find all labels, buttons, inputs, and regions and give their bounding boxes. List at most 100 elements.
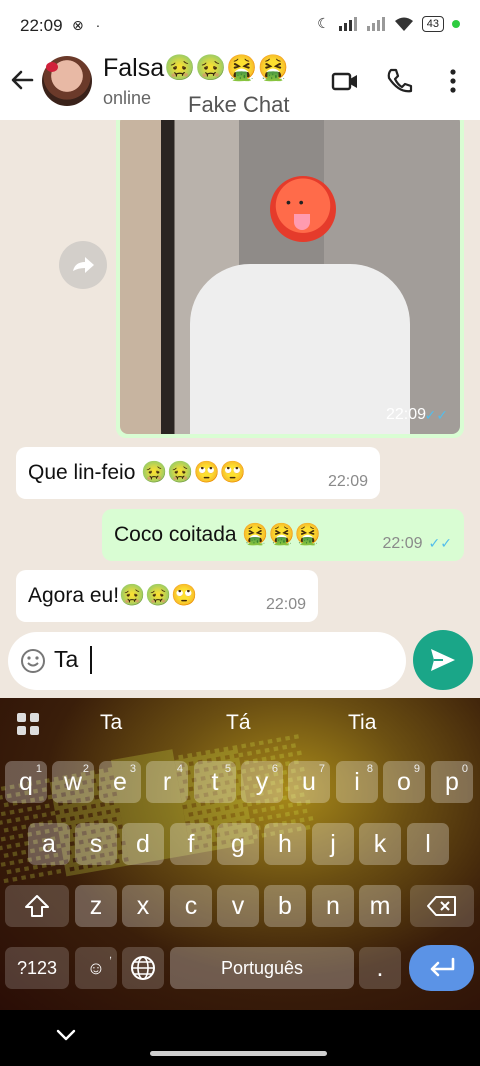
key-hint: 9 bbox=[413, 763, 420, 775]
message-bubble[interactable]: Agora eu!🤢🤢🙄 22:09 bbox=[16, 570, 318, 622]
face-sticker-icon bbox=[270, 176, 336, 242]
key-t[interactable]: t5 bbox=[194, 761, 236, 803]
avatar[interactable] bbox=[42, 56, 92, 106]
key-r[interactable]: r4 bbox=[146, 761, 188, 803]
chat-header: Falsa🤢🤢🤮🤮 online Fake Chat bbox=[0, 54, 480, 120]
key-f[interactable]: f bbox=[170, 823, 212, 865]
contact-status: online bbox=[103, 88, 152, 108]
globe-icon bbox=[131, 956, 155, 980]
message-text: Que lin-feio 🤢🤢🙄🙄 bbox=[28, 461, 246, 484]
key-i[interactable]: i8 bbox=[336, 761, 378, 803]
apps-grid-icon[interactable] bbox=[16, 712, 40, 736]
message-meta: 22:09 ✓✓ bbox=[382, 535, 452, 553]
more-options-icon[interactable] bbox=[440, 66, 470, 96]
key-w[interactable]: w2 bbox=[52, 761, 94, 803]
keyboard-hide-icon[interactable] bbox=[56, 1028, 76, 1042]
home-gesture-pill[interactable] bbox=[150, 1051, 327, 1056]
key-label: p bbox=[445, 767, 459, 796]
enter-icon bbox=[430, 957, 454, 977]
read-ticks-icon: ✓✓ bbox=[424, 407, 448, 423]
symbols-key[interactable]: ?123 bbox=[5, 947, 69, 989]
key-o[interactable]: o9 bbox=[383, 761, 425, 803]
key-label: y bbox=[255, 767, 269, 796]
key-z[interactable]: z bbox=[75, 885, 117, 927]
image-message[interactable]: 22:09 ✓✓ bbox=[116, 120, 464, 438]
key-b[interactable]: b bbox=[264, 885, 306, 927]
keyboard: ▒▓█▓▒ Ta Tá Tia q1 w2 e3 r4 t5 y6 u7 i8 … bbox=[0, 698, 480, 1010]
signal-2-icon bbox=[366, 16, 385, 31]
key-hint: 4 bbox=[176, 763, 183, 775]
suggestion-item[interactable]: Ta bbox=[100, 711, 122, 735]
key-h[interactable]: h bbox=[264, 823, 306, 865]
contact-name[interactable]: Falsa🤢🤢🤮🤮 bbox=[103, 54, 289, 83]
comma-hint: , bbox=[108, 949, 112, 961]
suggestion-item[interactable]: Tá bbox=[226, 711, 251, 735]
key-l[interactable]: l bbox=[407, 823, 449, 865]
key-label: w bbox=[63, 767, 83, 796]
key-label: r bbox=[162, 767, 172, 796]
chat-area[interactable]: 22:09 ✓✓ Que lin-feio 🤢🤢🙄🙄 22:09 Coco co… bbox=[0, 120, 480, 698]
back-arrow-icon[interactable] bbox=[8, 66, 36, 94]
suggestion-item[interactable]: Tia bbox=[348, 711, 376, 735]
emoji-key[interactable]: ☺, bbox=[75, 947, 117, 989]
suggestion-bar: Ta Tá Tia bbox=[0, 698, 480, 748]
message-bubble[interactable]: Que lin-feio 🤢🤢🙄🙄 22:09 bbox=[16, 447, 380, 499]
message-text: Agora eu!🤢🤢🙄 bbox=[28, 584, 198, 607]
message-input-box[interactable]: Ta bbox=[8, 632, 406, 690]
send-icon bbox=[431, 649, 455, 671]
key-label: u bbox=[302, 767, 316, 796]
status-bar: 22:09 ⊗ · ☾ 43 bbox=[0, 0, 480, 54]
emoji-icon[interactable] bbox=[20, 648, 46, 674]
send-button[interactable] bbox=[413, 630, 473, 690]
key-p[interactable]: p0 bbox=[431, 761, 473, 803]
enter-key[interactable] bbox=[409, 945, 474, 991]
key-label: i bbox=[354, 767, 360, 796]
key-n[interactable]: n bbox=[312, 885, 354, 927]
voice-call-icon[interactable] bbox=[384, 66, 414, 96]
key-s[interactable]: s bbox=[75, 823, 117, 865]
key-m[interactable]: m bbox=[359, 885, 401, 927]
key-c[interactable]: c bbox=[170, 885, 212, 927]
read-ticks-icon: ✓✓ bbox=[428, 535, 452, 551]
key-e[interactable]: e3 bbox=[99, 761, 141, 803]
period-key[interactable]: . bbox=[359, 947, 401, 989]
key-hint: 1 bbox=[35, 763, 42, 775]
key-k[interactable]: k bbox=[359, 823, 401, 865]
key-v[interactable]: v bbox=[217, 885, 259, 927]
message-time: 22:09 bbox=[382, 535, 423, 552]
key-hint: 8 bbox=[366, 763, 373, 775]
shift-icon bbox=[25, 895, 49, 917]
message-time: 22:09 bbox=[265, 596, 306, 613]
key-d[interactable]: d bbox=[122, 823, 164, 865]
key-j[interactable]: j bbox=[312, 823, 354, 865]
key-hint: 5 bbox=[224, 763, 231, 775]
moon-icon: ☾ bbox=[317, 15, 330, 31]
key-y[interactable]: y6 bbox=[241, 761, 283, 803]
key-x[interactable]: x bbox=[122, 885, 164, 927]
key-u[interactable]: u7 bbox=[288, 761, 330, 803]
privacy-dot-icon bbox=[452, 19, 460, 28]
language-key[interactable] bbox=[122, 947, 164, 989]
message-time: 22:09 bbox=[327, 473, 368, 490]
key-hint: 0 bbox=[461, 763, 468, 775]
key-a[interactable]: a bbox=[28, 823, 70, 865]
signal-icon bbox=[338, 16, 357, 31]
status-right: ☾ 43 bbox=[317, 15, 460, 32]
message-photo[interactable]: 22:09 ✓✓ bbox=[120, 120, 460, 434]
key-g[interactable]: g bbox=[217, 823, 259, 865]
backspace-icon bbox=[427, 896, 456, 916]
message-bubble[interactable]: Coco coitada 🤮🤮🤮 22:09 ✓✓ bbox=[102, 509, 464, 561]
backspace-key[interactable] bbox=[410, 885, 474, 927]
space-key[interactable]: Português bbox=[170, 947, 354, 989]
message-input[interactable]: Ta bbox=[54, 646, 384, 673]
message-time: 22:09 bbox=[385, 406, 426, 423]
key-label: o bbox=[397, 767, 411, 796]
notification-icons: ⊗ · bbox=[72, 17, 105, 33]
video-call-icon[interactable] bbox=[330, 66, 360, 96]
key-label: t bbox=[211, 767, 219, 796]
forward-icon[interactable] bbox=[59, 241, 107, 289]
battery-icon: 43 bbox=[421, 15, 444, 32]
key-hint: 2 bbox=[82, 763, 89, 775]
key-q[interactable]: q1 bbox=[5, 761, 47, 803]
shift-key[interactable] bbox=[5, 885, 69, 927]
